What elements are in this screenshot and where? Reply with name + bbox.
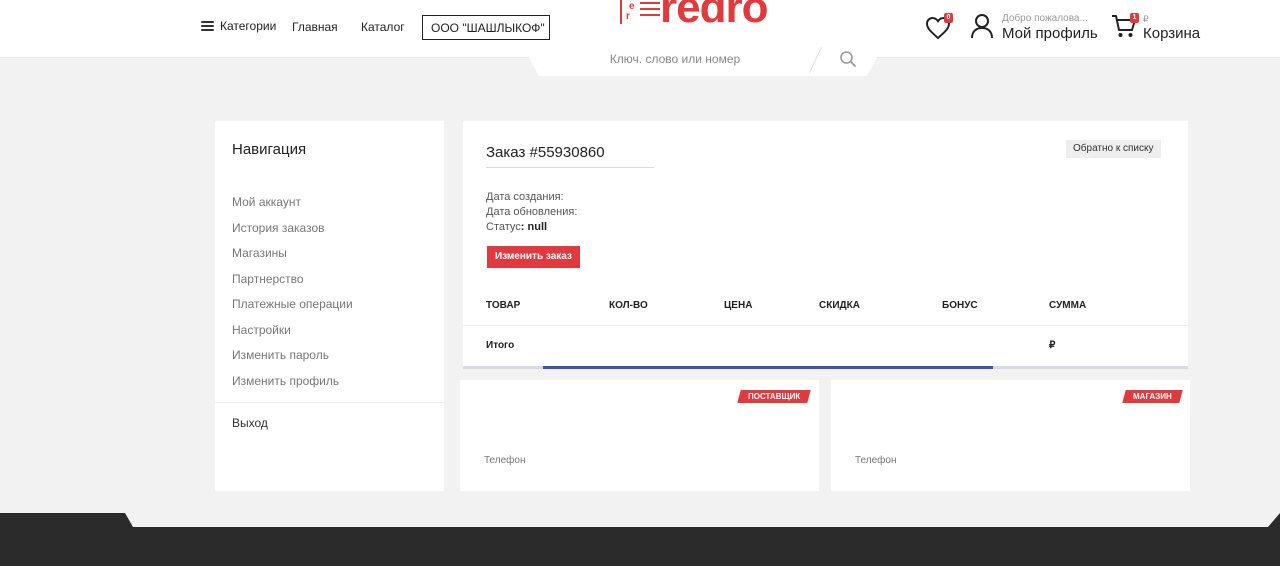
categories-label: Категории: [220, 19, 277, 33]
shop-card: МАГАЗИН Телефон: [831, 380, 1190, 491]
sidebar-item-payments[interactable]: Платежные операции: [232, 297, 353, 323]
total-label: Итого: [486, 340, 515, 351]
cart-link[interactable]: 1 ₽ Корзина: [1111, 13, 1200, 42]
supplier-tag: ПОСТАВЩИК: [737, 390, 812, 403]
logo-wordmark: redro: [660, 0, 768, 32]
sidebar-item-order-history[interactable]: История заказов: [232, 221, 353, 247]
shop-tag: МАГАЗИН: [1122, 390, 1183, 403]
account-sidebar: Навигация Мой аккаунт История заказов Ма…: [215, 121, 444, 491]
order-meta: Дата создания: Дата обновления: Статус: …: [486, 190, 577, 235]
supplier-phone-label: Телефон: [484, 455, 526, 466]
title-underline: [486, 167, 654, 168]
nav-link-home[interactable]: Главная: [292, 20, 338, 34]
sidebar-divider: [215, 402, 444, 403]
profile-link[interactable]: Добро пожалова... Мой профиль: [970, 13, 1098, 42]
shop-phone-label: Телефон: [855, 455, 897, 466]
profile-title: Мой профиль: [1002, 25, 1098, 42]
sidebar-item-partnership[interactable]: Партнерство: [232, 272, 353, 298]
supplier-card: ПОСТАВЩИК Телефон: [460, 380, 819, 491]
sidebar-item-my-account[interactable]: Мой аккаунт: [232, 195, 353, 221]
order-card: Заказ #55930860 Обратно к списку Дата со…: [463, 121, 1188, 368]
favorites-count-badge: 0: [944, 13, 953, 23]
back-to-list-button[interactable]: Обратно к списку: [1066, 140, 1161, 158]
column-header-discount: СКИДКА: [819, 300, 860, 311]
site-logo[interactable]: d e r redro: [620, 0, 790, 32]
updated-date-label: Дата обновления:: [486, 206, 578, 218]
logo-mark: d e r: [620, 0, 662, 24]
nav-link-catalog[interactable]: Каталог: [361, 20, 405, 34]
categories-button[interactable]: Категории: [201, 19, 276, 33]
order-progress-fill: [543, 366, 993, 369]
sidebar-item-shops[interactable]: Магазины: [232, 246, 353, 272]
search-button[interactable]: [839, 50, 857, 68]
favorites-button[interactable]: 0: [924, 13, 953, 42]
company-selector[interactable]: ООО "ШАШЛЫКОФ": [422, 15, 550, 40]
total-sum: ₽: [1049, 340, 1056, 351]
table-divider: [463, 325, 1188, 326]
status-label: Статус: [486, 221, 521, 233]
site-footer: [0, 513, 1280, 566]
column-header-price: ЦЕНА: [724, 300, 753, 311]
search-input[interactable]: [540, 48, 810, 70]
sidebar-item-settings[interactable]: Настройки: [232, 323, 353, 349]
column-header-bonus: БОНУС: [942, 300, 978, 311]
user-icon: [971, 14, 993, 39]
edit-order-button[interactable]: Изменить заказ: [487, 246, 580, 268]
sidebar-nav: Мой аккаунт История заказов Магазины Пар…: [232, 195, 353, 399]
search-icon: [840, 51, 856, 67]
logout-link[interactable]: Выход: [232, 416, 268, 430]
sidebar-item-change-password[interactable]: Изменить пароль: [232, 348, 353, 374]
column-header-quantity: КОЛ-ВО: [609, 300, 648, 311]
order-title: Заказ #55930860: [486, 144, 605, 161]
profile-welcome-text: Добро пожалова...: [1002, 13, 1088, 24]
cart-sum: ₽: [1143, 14, 1149, 24]
column-header-sum: СУММА: [1049, 300, 1087, 311]
order-progress-bar: [463, 366, 1188, 369]
status-value: : null: [520, 221, 548, 233]
column-header-product: ТОВАР: [486, 300, 521, 311]
status-row: Статус: null: [486, 220, 577, 235]
sidebar-title: Навигация: [232, 141, 307, 158]
sidebar-item-edit-profile[interactable]: Изменить профиль: [232, 374, 353, 400]
menu-icon: [201, 21, 214, 31]
created-date-label: Дата создания:: [486, 191, 564, 203]
cart-title: Корзина: [1143, 25, 1201, 42]
cart-count-badge: 1: [1130, 13, 1139, 23]
